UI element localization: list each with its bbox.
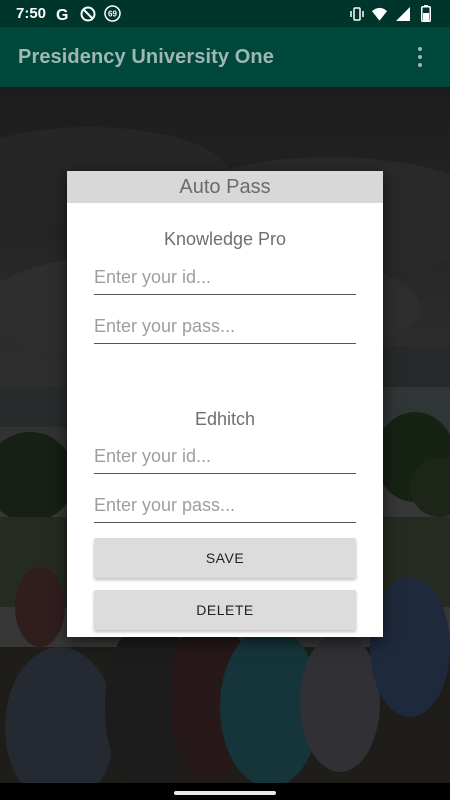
- knowledge-pro-title: Knowledge Pro: [163, 229, 287, 249]
- badge-count: 69: [108, 10, 117, 19]
- status-time: 7:50: [16, 5, 47, 22]
- save-button[interactable]: SAVE: [94, 538, 356, 578]
- app-title: Presidency University One: [18, 45, 274, 68]
- edhitch-pass-field[interactable]: [94, 489, 356, 523]
- vibrate-icon: [348, 5, 365, 22]
- knowledge-pro-pass-field[interactable]: [94, 310, 356, 344]
- auto-pass-dialog: Auto Pass Knowledge Pro Edhitch SAVE DEL…: [67, 171, 383, 637]
- do-not-disturb-icon: [79, 5, 96, 22]
- home-gesture-handle[interactable]: [174, 791, 276, 795]
- delete-button[interactable]: DELETE: [94, 590, 356, 630]
- knowledge-pro-id-field[interactable]: [94, 261, 356, 295]
- google-icon: G: [54, 5, 71, 22]
- wifi-icon: [371, 5, 388, 22]
- more-options-icon[interactable]: [408, 41, 432, 73]
- dialog-title: Auto Pass: [179, 175, 271, 198]
- battery-icon: [417, 5, 434, 22]
- edhitch-id-field[interactable]: [94, 440, 356, 474]
- navigation-bar: [0, 783, 450, 800]
- edhitch-title: Edhitch: [194, 409, 256, 429]
- signal-icon: [394, 5, 411, 22]
- app-bar: Presidency University One: [0, 27, 450, 87]
- dialog-header: Auto Pass: [67, 171, 383, 203]
- badge-69-icon: 69: [104, 5, 121, 22]
- svg-text:G: G: [56, 7, 68, 22]
- status-bar: 7:50 G 69: [0, 0, 450, 27]
